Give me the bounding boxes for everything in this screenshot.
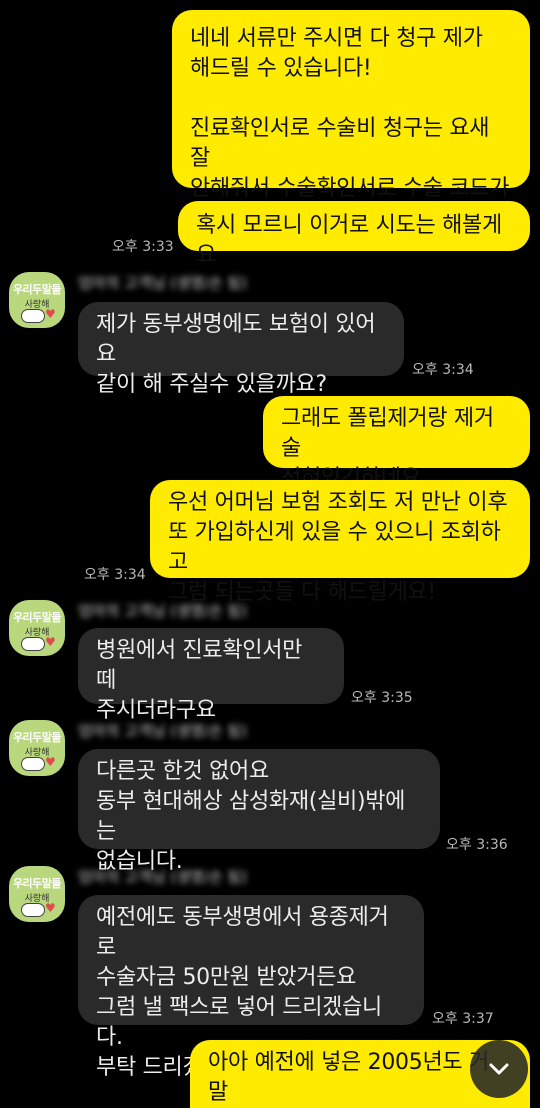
avatar-text: 우리두말들 xyxy=(12,731,62,744)
heart-icon: ♥ xyxy=(45,635,56,649)
message-timestamp: 오후 3:35 xyxy=(351,690,413,706)
outgoing-message[interactable]: 혹시 모르니 이거로 시도는 해볼게요 xyxy=(178,201,530,268)
outgoing-message[interactable]: 그래도 폴립제거랑 제거술 적혀있긴하네요 xyxy=(263,396,530,491)
avatar-text: 우리두말들 xyxy=(12,877,62,890)
contact-avatar[interactable]: 우리두말들 사랑해 ♥ xyxy=(9,600,65,656)
contact-avatar[interactable]: 우리두말들 사랑해 ♥ xyxy=(9,720,65,776)
heart-icon: ♥ xyxy=(45,901,56,915)
outgoing-message[interactable]: 네네 서류만 주시면 다 청구 제가 해드릴 수 있습니다! 진료확인서로 수술… xyxy=(172,10,530,231)
incoming-message[interactable]: 예전에도 동부생명에서 용종제거로 수술자금 50만원 받았거든요 그럼 낼 팩… xyxy=(78,895,424,1080)
chevron-down-icon xyxy=(489,1063,509,1075)
message-timestamp: 오후 3:33 xyxy=(112,239,174,255)
avatar-text: 우리두말들 xyxy=(12,283,62,296)
message-timestamp: 오후 3:34 xyxy=(412,362,474,378)
sender-name: 엄마의 고객님 (생명/손 됨) xyxy=(78,274,248,292)
message-timestamp: 오후 3:36 xyxy=(446,837,508,853)
message-timestamp: 오후 3:34 xyxy=(84,567,146,583)
sheep-illustration xyxy=(21,637,45,651)
heart-icon: ♥ xyxy=(45,755,56,769)
sender-name: 엄마의 고객님 (생명/손 됨) xyxy=(78,722,248,740)
sheep-illustration xyxy=(21,757,45,771)
outgoing-message[interactable]: 우선 어머님 보험 조회도 저 만난 이후 또 가입하신게 있을 수 있으니 조… xyxy=(150,480,530,605)
avatar-text: 우리두말들 xyxy=(12,611,62,624)
incoming-message[interactable]: 병원에서 진료확인서만 떼 주시더라구요 xyxy=(78,628,344,723)
sender-name: 엄마의 고객님 (생명/손 됨) xyxy=(78,868,248,886)
sender-name: 엄마의 고객님 (생명/손 됨) xyxy=(78,602,248,620)
sheep-illustration xyxy=(21,903,45,917)
heart-icon: ♥ xyxy=(45,307,56,321)
contact-avatar[interactable]: 우리두말들 사랑해 ♥ xyxy=(9,866,65,922)
scroll-to-bottom-button[interactable] xyxy=(470,1040,528,1098)
contact-avatar[interactable]: 우리두말들 사랑해 ♥ xyxy=(9,272,65,328)
incoming-message[interactable]: 제가 동부생명에도 보험이 있어요 같이 해 주실수 있을까요? xyxy=(78,302,404,397)
chat-screen[interactable]: 네네 서류만 주시면 다 청구 제가 해드릴 수 있습니다! 진료확인서로 수술… xyxy=(0,0,540,1108)
message-timestamp: 오후 3:37 xyxy=(432,1011,494,1027)
sheep-illustration xyxy=(21,309,45,323)
incoming-message[interactable]: 다른곳 한것 없어요 동부 현대해상 삼성화재(실비)밖에는 없습니다. xyxy=(78,749,440,874)
